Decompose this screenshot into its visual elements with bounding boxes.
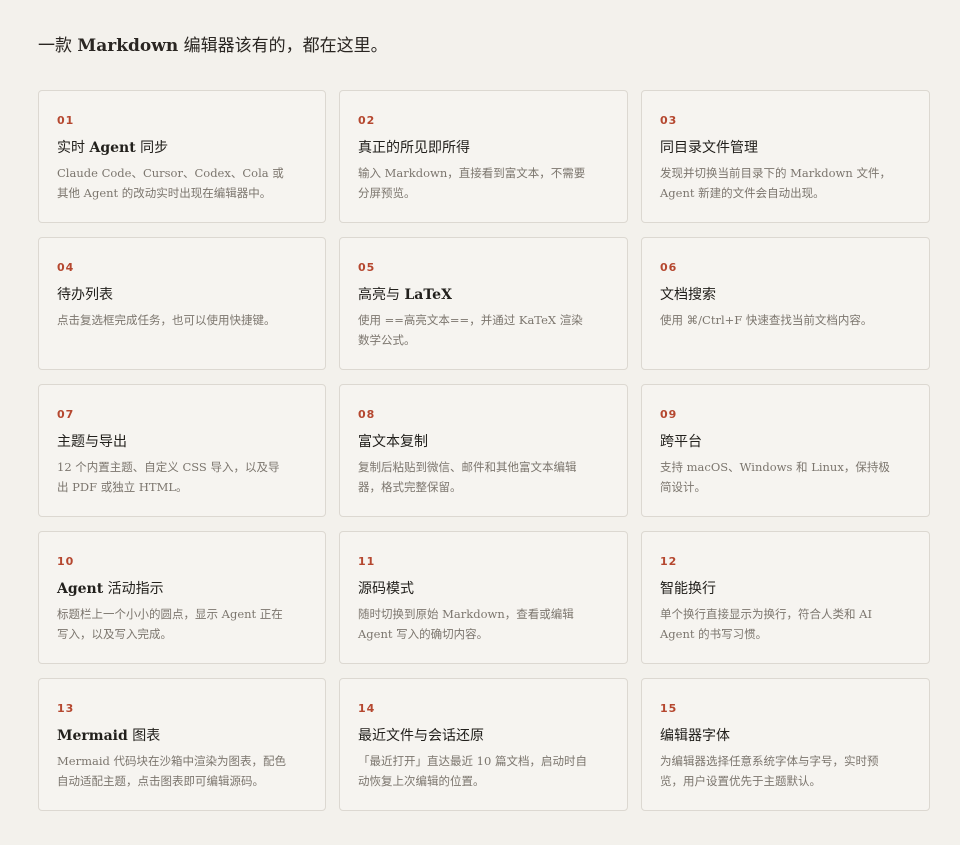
- feature-card-11: 11 源码模式 随时切换到原始 Markdown，查看或编辑 Agent 写入的…: [339, 531, 628, 664]
- feature-number: 15: [660, 702, 678, 715]
- feature-card-12: 12 智能换行 单个换行直接显示为换行，符合人类和 AI Agent 的书写习惯…: [641, 531, 930, 664]
- feature-description: 支持 macOS、Windows 和 Linux，保持极简设计。: [660, 460, 890, 494]
- feature-description: 复制后粘贴到微信、邮件和其他富文本编辑器，格式完整保留。: [358, 460, 577, 494]
- feature-card-02: 02 真正的所见即所得 输入 Markdown，直接看到富文本，不需要分屏预览。: [339, 90, 628, 223]
- feature-title: 同目录文件管理: [660, 140, 758, 156]
- heading-bold: Markdown: [77, 36, 179, 56]
- feature-description: 标题栏上一个小小的圆点，显示 Agent 正在写入，以及写入完成。: [57, 607, 283, 641]
- feature-number: 08: [358, 408, 376, 421]
- feature-card-04: 04 待办列表 点击复选框完成任务，也可以使用快捷键。: [38, 237, 326, 370]
- feature-description: Claude Code、Cursor、Codex、Cola 或其他 Agent …: [57, 166, 284, 200]
- feature-card-03: 03 同目录文件管理 发现并切换当前目录下的 Markdown 文件，Agent…: [641, 90, 930, 223]
- feature-description: 「最近打开」直达最近 10 篇文档，启动时自动恢复上次编辑的位置。: [358, 754, 587, 788]
- feature-card-14: 14 最近文件与会话还原 「最近打开」直达最近 10 篇文档，启动时自动恢复上次…: [339, 678, 628, 811]
- feature-number: 10: [57, 555, 75, 568]
- feature-number: 09: [660, 408, 678, 421]
- feature-number: 11: [358, 555, 376, 568]
- heading-prefix: 一款: [38, 36, 78, 56]
- feature-description: 使用 ⌘/Ctrl+F 快速查找当前文档内容。: [660, 313, 873, 327]
- feature-number: 05: [358, 261, 376, 274]
- feature-number: 04: [57, 261, 75, 274]
- feature-number: 14: [358, 702, 376, 715]
- feature-title: 编辑器字体: [660, 728, 730, 744]
- feature-card-07: 07 主题与导出 12 个内置主题、自定义 CSS 导入，以及导出 PDF 或独…: [38, 384, 326, 517]
- feature-description: 使用 ==高亮文本==，并通过 KaTeX 渲染数学公式。: [358, 313, 583, 347]
- feature-description: 12 个内置主题、自定义 CSS 导入，以及导出 PDF 或独立 HTML。: [57, 460, 280, 494]
- feature-title: 最近文件与会话还原: [358, 728, 484, 744]
- feature-title: 实时 Agent 同步: [57, 140, 169, 156]
- feature-number: 07: [57, 408, 75, 421]
- feature-grid: 01 实时 Agent 同步 Claude Code、Cursor、Codex、…: [38, 90, 930, 811]
- feature-title: Mermaid 图表: [57, 728, 161, 744]
- feature-card-13: 13 Mermaid 图表 Mermaid 代码块在沙箱中渲染为图表，配色自动适…: [38, 678, 326, 811]
- feature-description: 输入 Markdown，直接看到富文本，不需要分屏预览。: [358, 166, 586, 200]
- page-heading: 一款 Markdown 编辑器该有的，都在这里。: [38, 34, 388, 58]
- feature-card-05: 05 高亮与 LaTeX 使用 ==高亮文本==，并通过 KaTeX 渲染数学公…: [339, 237, 628, 370]
- feature-title: 文档搜索: [660, 287, 716, 303]
- feature-description: 单个换行直接显示为换行，符合人类和 AI Agent 的书写习惯。: [660, 607, 873, 641]
- feature-number: 03: [660, 114, 678, 127]
- feature-card-10: 10 Agent 活动指示 标题栏上一个小小的圆点，显示 Agent 正在写入，…: [38, 531, 326, 664]
- feature-card-08: 08 富文本复制 复制后粘贴到微信、邮件和其他富文本编辑器，格式完整保留。: [339, 384, 628, 517]
- feature-title: 主题与导出: [57, 434, 127, 450]
- feature-title: Agent 活动指示: [57, 581, 164, 597]
- feature-card-06: 06 文档搜索 使用 ⌘/Ctrl+F 快速查找当前文档内容。: [641, 237, 930, 370]
- feature-title: 高亮与 LaTeX: [358, 287, 452, 303]
- feature-description: 点击复选框完成任务，也可以使用快捷键。: [57, 313, 276, 327]
- feature-title: 真正的所见即所得: [358, 140, 470, 156]
- feature-number: 06: [660, 261, 678, 274]
- feature-card-09: 09 跨平台 支持 macOS、Windows 和 Linux，保持极简设计。: [641, 384, 930, 517]
- feature-description: 为编辑器选择任意系统字体与字号，实时预览，用户设置优先于主题默认。: [660, 754, 879, 788]
- feature-title: 智能换行: [660, 581, 716, 597]
- feature-title: 富文本复制: [358, 434, 428, 450]
- heading-suffix: 编辑器该有的，都在这里。: [178, 36, 388, 56]
- feature-description: 随时切换到原始 Markdown，查看或编辑 Agent 写入的确切内容。: [358, 607, 574, 641]
- feature-number: 02: [358, 114, 376, 127]
- feature-number: 13: [57, 702, 75, 715]
- feature-title: 待办列表: [57, 287, 113, 303]
- feature-description: Mermaid 代码块在沙箱中渲染为图表，配色自动适配主题，点击图表即可编辑源码…: [57, 754, 287, 788]
- feature-card-01: 01 实时 Agent 同步 Claude Code、Cursor、Codex、…: [38, 90, 326, 223]
- feature-description: 发现并切换当前目录下的 Markdown 文件，Agent 新建的文件会自动出现…: [660, 166, 891, 200]
- feature-title: 源码模式: [358, 581, 414, 597]
- feature-card-15: 15 编辑器字体 为编辑器选择任意系统字体与字号，实时预览，用户设置优先于主题默…: [641, 678, 930, 811]
- feature-number: 01: [57, 114, 75, 127]
- feature-number: 12: [660, 555, 678, 568]
- feature-title: 跨平台: [660, 434, 702, 450]
